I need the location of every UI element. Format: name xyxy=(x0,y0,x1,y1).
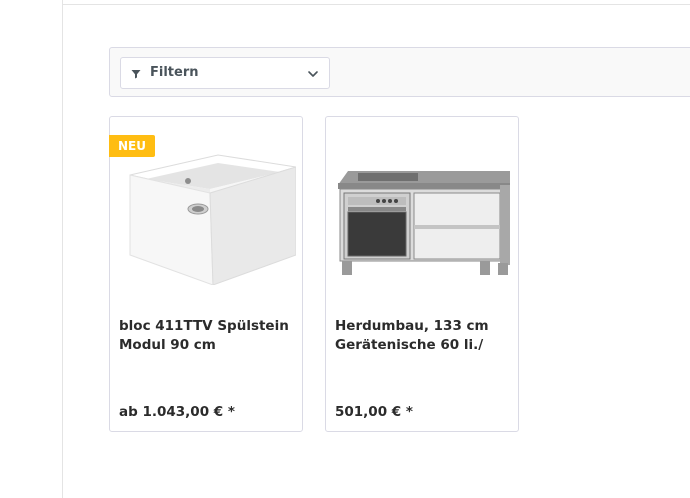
product-card[interactable]: NEU bloc 411TTV Spülstein Modul 90 cm ab… xyxy=(109,116,303,432)
chevron-down-icon xyxy=(308,71,318,77)
filter-icon xyxy=(131,70,141,79)
filter-button[interactable]: Filtern xyxy=(120,57,330,89)
new-badge: NEU xyxy=(109,135,155,157)
product-card[interactable]: Herdumbau, 133 cm Gerätenische 60 li./ 5… xyxy=(325,116,519,432)
product-price: ab 1.043,00 € * xyxy=(119,404,235,420)
product-name[interactable]: bloc 411TTV Spülstein Modul 90 cm xyxy=(119,317,295,355)
content-divider xyxy=(62,0,63,498)
product-price: 501,00 € * xyxy=(335,404,413,420)
product-name[interactable]: Herdumbau, 133 cm Gerätenische 60 li./ xyxy=(335,317,511,355)
filter-panel: Filtern xyxy=(109,47,690,97)
filter-label: Filtern xyxy=(150,65,199,80)
kitchen-stove-cabinet-image[interactable] xyxy=(334,145,512,285)
header-divider xyxy=(63,4,690,5)
white-ceramic-sink-image[interactable] xyxy=(118,145,296,285)
